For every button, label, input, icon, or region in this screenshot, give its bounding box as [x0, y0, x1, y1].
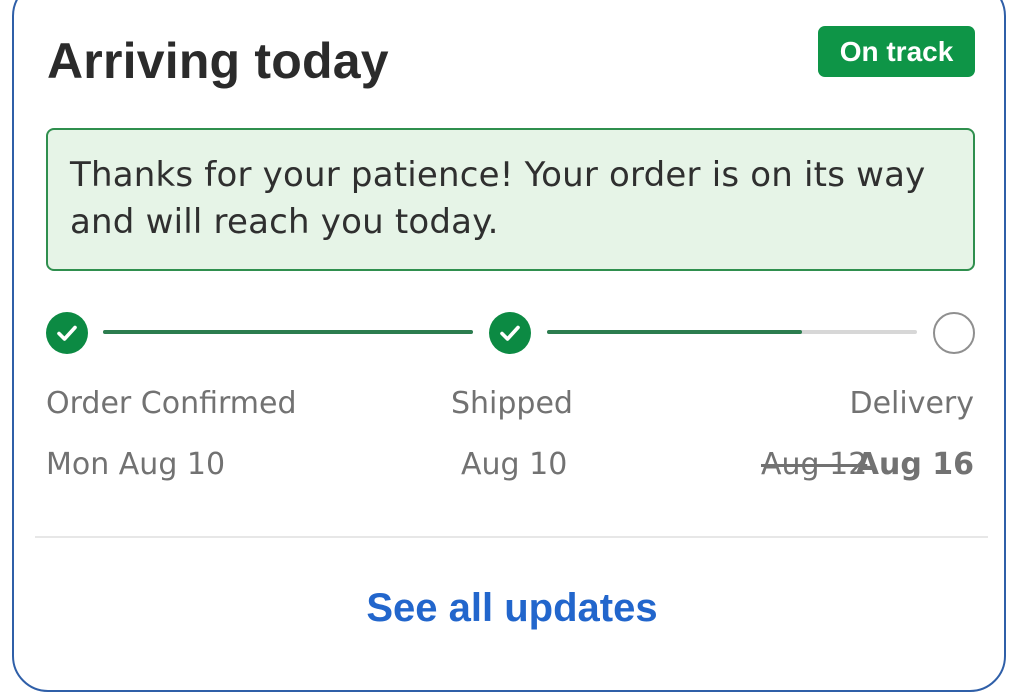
status-badge: On track: [818, 26, 975, 77]
step-complete-check-icon: [46, 312, 88, 354]
original-delivery-date: Aug 12: [761, 447, 868, 482]
step-date-shipped: Aug 10: [461, 447, 568, 482]
page-title: Arriving today: [47, 33, 389, 89]
step-label-order-confirmed: Order Confirmed: [46, 386, 297, 421]
progress-segment-2-fill: [547, 330, 803, 334]
step-label-delivery: Delivery: [849, 386, 974, 421]
empty-circle-icon: [933, 312, 975, 354]
step-label-shipped: Shipped: [451, 386, 573, 421]
step-complete-check-icon: [489, 312, 531, 354]
progress-segment-1: [103, 330, 473, 334]
divider: [35, 536, 988, 538]
step-date-order-confirmed: Mon Aug 10: [46, 447, 226, 482]
check-icon: [500, 325, 520, 341]
updated-delivery-date: Aug 16: [855, 447, 974, 482]
see-all-updates-link[interactable]: See all updates: [0, 584, 1024, 632]
progress-segment-1-fill: [103, 330, 473, 334]
progress-segment-2: [547, 330, 917, 334]
check-icon: [57, 325, 77, 341]
notice-banner: Thanks for your patience! Your order is …: [46, 128, 975, 271]
